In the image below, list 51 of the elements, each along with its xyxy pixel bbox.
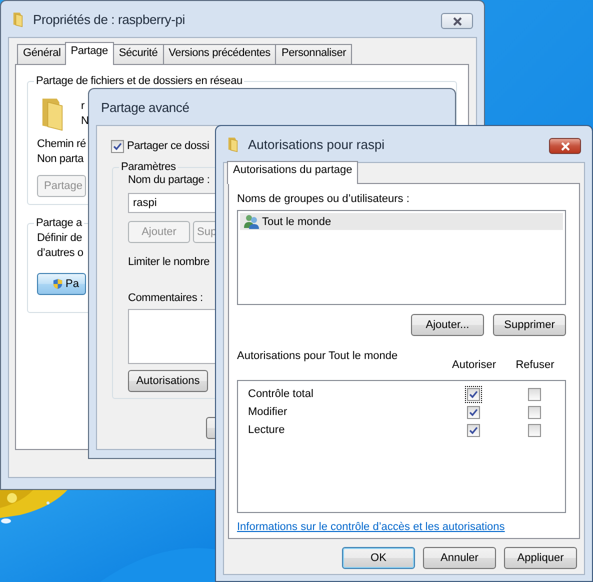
group-title: Paramètres: [120, 161, 177, 173]
permission-name: Lecture: [248, 424, 286, 436]
tab[interactable]: Autorisations du partage: [227, 161, 358, 184]
add-button[interactable]: Ajouter...: [411, 314, 484, 336]
users-icon: [243, 214, 260, 229]
path-label: Chemin ré: [37, 137, 86, 152]
advanced-sharing-button[interactable]: Pa: [37, 273, 86, 295]
tab[interactable]: Personnaliser: [275, 44, 352, 64]
help-link[interactable]: Informations sur le contrôle d’accès et les autorisations: [237, 521, 566, 533]
permissions-label: Autorisations pour Tout le monde: [237, 350, 399, 364]
shield-icon: [52, 276, 64, 292]
checkbox[interactable]: [526, 386, 542, 402]
group-title: Partage de fichiers et de dossiers en réseau: [35, 75, 244, 87]
group-title: Partage a: [35, 217, 84, 229]
description-text: Définir de: [37, 231, 82, 246]
permissions-button[interactable]: Autorisations: [128, 370, 208, 392]
field-label: Nom du partage :: [128, 173, 210, 188]
description-text: d’autres o: [37, 246, 84, 261]
window-title: Propriétés de : raspberry-pi: [33, 12, 185, 26]
checkbox[interactable]: [464, 404, 482, 420]
permission-name: Modifier: [248, 406, 288, 418]
column-header: Refuser: [514, 358, 556, 373]
tab[interactable]: Versions précédentes: [162, 44, 276, 64]
remove-button[interactable]: Supprimer: [493, 314, 566, 336]
list-item[interactable]: Tout le monde: [240, 213, 563, 230]
column-header: Autoriser: [450, 358, 498, 373]
permission-name: Contrôle total: [248, 388, 314, 400]
status-text: N: [81, 114, 89, 129]
checkbox-label: Partager ce dossi: [127, 140, 210, 152]
field-label: Limiter le nombre: [128, 255, 210, 270]
close-button[interactable]: [549, 138, 581, 154]
checkmark-icon: [113, 142, 122, 150]
path-value: Non parta: [37, 152, 84, 167]
checkbox[interactable]: [109, 138, 126, 154]
close-button[interactable]: [441, 13, 473, 29]
window-title: Autorisations pour raspi: [248, 136, 385, 152]
tab[interactable]: Général: [17, 44, 67, 64]
dialog-button[interactable]: OK: [342, 547, 415, 569]
dialog-button[interactable]: Annuler: [423, 547, 496, 569]
close-icon: [452, 16, 462, 26]
checkbox[interactable]: [464, 422, 482, 438]
checkbox[interactable]: [526, 422, 542, 438]
checkbox[interactable]: [464, 386, 482, 402]
field-label: Commentaires :: [128, 291, 203, 306]
dialog-button[interactable]: Appliquer: [504, 547, 577, 569]
window-title: Partage avancé: [101, 100, 190, 114]
tab[interactable]: Sécurité: [112, 44, 164, 64]
folder-name: r: [81, 99, 86, 114]
tab[interactable]: Partage: [64, 42, 114, 65]
checkbox[interactable]: [526, 404, 542, 420]
close-icon: [560, 142, 570, 150]
